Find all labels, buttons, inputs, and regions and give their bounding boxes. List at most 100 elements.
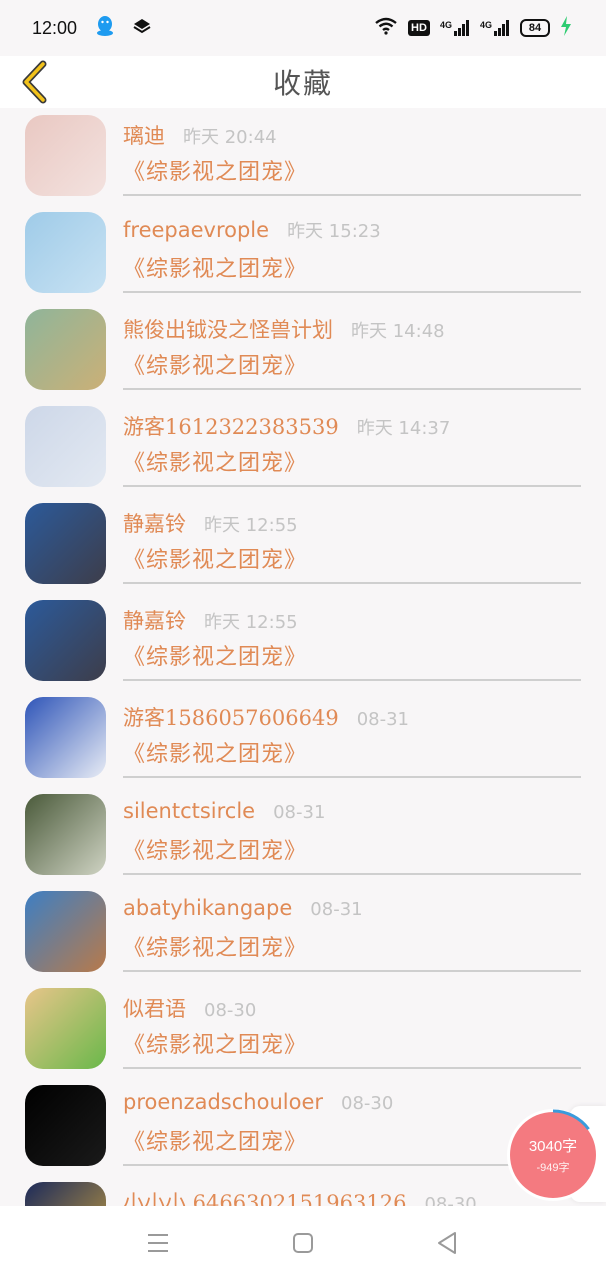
- book-title[interactable]: 《综影视之团宠》: [123, 154, 307, 186]
- user-name[interactable]: proenzadschouloer: [123, 1090, 323, 1114]
- battery-level: 84: [528, 22, 542, 34]
- entry-header: 璃迪 昨天 20:44: [123, 120, 277, 150]
- menu-button[interactable]: [143, 1228, 173, 1258]
- list-item[interactable]: 静嘉铃 昨天 12:55 《综影视之团宠》: [0, 593, 606, 690]
- entry-header: 游客1612322383539 昨天 14:37: [123, 411, 450, 441]
- user-name[interactable]: 游客1586057606649: [123, 702, 339, 732]
- user-name[interactable]: abatyhikangape: [123, 896, 292, 920]
- user-name[interactable]: 静嘉铃: [123, 508, 186, 538]
- avatar[interactable]: [25, 115, 106, 196]
- avatar[interactable]: [25, 988, 106, 1069]
- status-left: 12:00: [32, 15, 151, 42]
- list-item[interactable]: 熊俊出钺没之怪兽计划 昨天 14:48 《综影视之团宠》: [0, 302, 606, 399]
- word-count: 3040字: [528, 1138, 578, 1155]
- entry-body[interactable]: 游客1612322383539 昨天 14:37 《综影视之团宠》: [123, 399, 581, 487]
- entry-header: 游客1586057606649 08-31: [123, 702, 409, 732]
- book-title[interactable]: 《综影视之团宠》: [123, 930, 307, 962]
- timestamp: 昨天 14:48: [351, 321, 445, 342]
- timestamp: 08-30: [341, 1093, 394, 1114]
- wifi-icon: [374, 17, 398, 40]
- chevron-left-icon: [22, 60, 47, 104]
- avatar[interactable]: [25, 406, 106, 487]
- square-home-icon: [293, 1233, 313, 1253]
- entry-header: abatyhikangape 08-31: [123, 896, 363, 920]
- entry-header: 熊俊出钺没之怪兽计划 昨天 14:48: [123, 314, 445, 344]
- timestamp: 昨天 15:23: [287, 221, 381, 242]
- list-item[interactable]: silentctsircle 08-31 《综影视之团宠》: [0, 787, 606, 884]
- entry-body[interactable]: 璃迪 昨天 20:44 《综影视之团宠》: [123, 108, 581, 196]
- book-title[interactable]: 《综影视之团宠》: [123, 639, 307, 671]
- user-name[interactable]: 似君语: [123, 993, 186, 1023]
- entry-body[interactable]: 小小小 646630215196312608-30《综影视之团宠》: [123, 1175, 581, 1206]
- list-item[interactable]: 游客1586057606649 08-31 《综影视之团宠》: [0, 690, 606, 787]
- entry-body[interactable]: silentctsircle 08-31 《综影视之团宠》: [123, 787, 581, 875]
- entry-body[interactable]: 游客1586057606649 08-31 《综影视之团宠》: [123, 690, 581, 778]
- avatar[interactable]: [25, 600, 106, 681]
- timestamp: 08-31: [310, 899, 363, 920]
- timestamp: 昨天 12:55: [204, 612, 298, 633]
- favorites-list[interactable]: 璃迪 昨天 20:44 《综影视之团宠》 freepaevrople 昨天 15:23 《…: [0, 108, 606, 1206]
- entry-body[interactable]: abatyhikangape 08-31 《综影视之团宠》: [123, 884, 581, 972]
- book-title[interactable]: 《综影视之团宠》: [123, 1124, 307, 1156]
- book-title[interactable]: 《综影视之团宠》: [123, 833, 307, 865]
- book-title[interactable]: 《综影视之团宠》: [123, 251, 307, 283]
- entry-body[interactable]: 静嘉铃 昨天 12:55 《综影视之团宠》: [123, 593, 581, 681]
- status-right: HD 4G 4G 84: [374, 15, 572, 41]
- list-item[interactable]: 似君语 08-30 《综影视之团宠》: [0, 981, 606, 1078]
- book-title[interactable]: 《综影视之团宠》: [123, 1027, 307, 1059]
- book-title[interactable]: 《综影视之团宠》: [123, 348, 307, 380]
- user-name[interactable]: 静嘉铃: [123, 605, 186, 635]
- network-label: 4G: [439, 20, 452, 30]
- user-name[interactable]: 游客1612322383539: [123, 411, 339, 441]
- avatar[interactable]: [25, 891, 106, 972]
- entry-body[interactable]: freepaevrople 昨天 15:23 《综影视之团宠》: [123, 205, 581, 293]
- list-item[interactable]: 游客1612322383539 昨天 14:37 《综影视之团宠》: [0, 399, 606, 496]
- timestamp: 昨天 20:44: [183, 127, 277, 148]
- triangle-back-icon: [438, 1232, 456, 1254]
- charging-icon: [560, 15, 572, 41]
- timestamp: 昨天 14:37: [356, 418, 451, 439]
- qq-icon: [95, 15, 115, 42]
- status-bar: 12:00 HD 4G 4G 84: [0, 0, 606, 56]
- back-button[interactable]: [14, 58, 54, 106]
- entry-header: proenzadschouloer 08-30: [123, 1090, 393, 1114]
- status-time: 12:00: [32, 17, 78, 38]
- list-item[interactable]: 静嘉铃 昨天 12:55 《综影视之团宠》: [0, 496, 606, 593]
- entry-body[interactable]: 熊俊出钺没之怪兽计划 昨天 14:48 《综影视之团宠》: [123, 302, 581, 390]
- list-item[interactable]: 璃迪 昨天 20:44 《综影视之团宠》: [0, 108, 606, 205]
- home-button[interactable]: [288, 1228, 318, 1258]
- user-name[interactable]: 熊俊出钺没之怪兽计划: [123, 314, 333, 344]
- user-name[interactable]: freepaevrople: [123, 218, 269, 242]
- hd-icon: HD: [407, 20, 430, 36]
- list-item[interactable]: freepaevrople 昨天 15:23 《综影视之团宠》: [0, 205, 606, 302]
- word-count-bubble[interactable]: 3040字 -949字: [507, 1109, 599, 1201]
- timestamp: 08-31: [356, 709, 410, 730]
- battery-icon: 84: [520, 19, 550, 37]
- page-title: 收藏: [272, 67, 333, 100]
- entry-header: 似君语 08-30: [123, 993, 256, 1023]
- book-title[interactable]: 《综影视之团宠》: [123, 542, 307, 574]
- avatar[interactable]: [25, 309, 106, 390]
- timestamp: 08-30: [424, 1194, 477, 1206]
- user-name[interactable]: 小小小 6466302151963126: [123, 1187, 406, 1206]
- user-name[interactable]: 璃迪: [123, 120, 165, 150]
- avatar[interactable]: [25, 794, 106, 875]
- entry-body[interactable]: 静嘉铃 昨天 12:55 《综影视之团宠》: [123, 496, 581, 584]
- user-name[interactable]: silentctsircle: [123, 799, 255, 823]
- list-item[interactable]: abatyhikangape 08-31 《综影视之团宠》: [0, 884, 606, 981]
- entry-body[interactable]: 似君语 08-30 《综影视之团宠》: [123, 981, 581, 1069]
- entry-header: silentctsircle 08-31: [123, 799, 325, 823]
- book-title[interactable]: 《综影视之团宠》: [123, 736, 307, 768]
- layers-icon: [133, 17, 151, 40]
- back-nav-button[interactable]: [432, 1228, 462, 1258]
- avatar[interactable]: [25, 503, 106, 584]
- avatar[interactable]: [25, 697, 106, 778]
- header: 收藏: [0, 56, 606, 108]
- avatar[interactable]: [25, 1085, 106, 1166]
- entry-header: 静嘉铃 昨天 12:55: [123, 508, 298, 538]
- timestamp: 08-30: [204, 1000, 257, 1021]
- network-label: 4G: [479, 20, 492, 30]
- avatar[interactable]: [25, 1182, 106, 1206]
- avatar[interactable]: [25, 212, 106, 293]
- book-title[interactable]: 《综影视之团宠》: [123, 445, 307, 477]
